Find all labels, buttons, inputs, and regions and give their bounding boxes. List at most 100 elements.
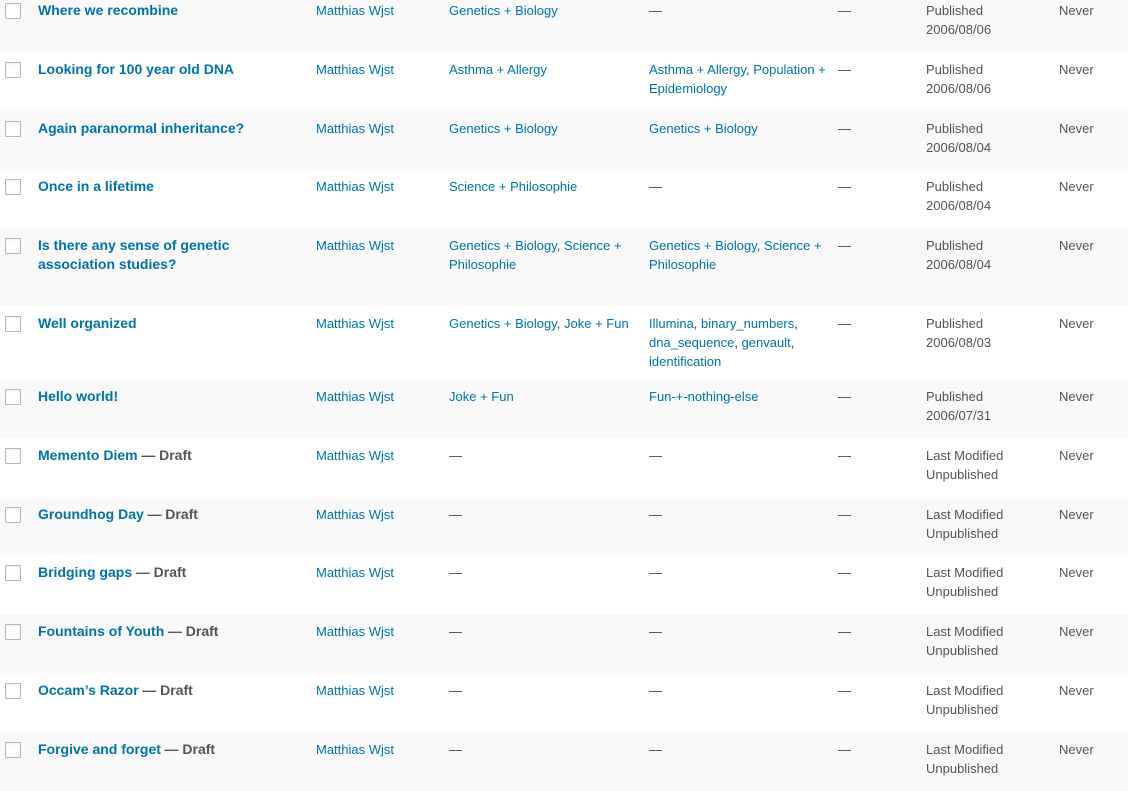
comments-count: — <box>838 624 851 639</box>
date-value: Unpublished <box>926 526 999 541</box>
row-checkbox[interactable] <box>5 316 21 332</box>
author-link[interactable]: Matthias Wjst <box>316 62 394 77</box>
seo-value: Never <box>1059 121 1094 136</box>
row-checkbox[interactable] <box>5 179 21 195</box>
comments-cell: — <box>838 306 926 379</box>
tag-link[interactable]: Asthma + Allergy <box>649 62 746 77</box>
post-title-link[interactable]: Bridging gaps <box>38 564 132 580</box>
categories-cell: Genetics + Biology, Science + Philosophi… <box>449 228 649 306</box>
empty-marker: — <box>649 3 662 18</box>
post-title-link[interactable]: Again paranormal inheritance? <box>38 120 244 136</box>
author-link[interactable]: Matthias Wjst <box>316 3 394 18</box>
tag-link[interactable]: Genetics + Biology <box>649 238 757 253</box>
author-link[interactable]: Matthias Wjst <box>316 389 394 404</box>
date-cell: Last Modified Unpublished <box>926 438 1059 497</box>
row-checkbox[interactable] <box>5 389 21 405</box>
row-select-cell <box>0 228 38 306</box>
row-select-cell <box>0 732 38 791</box>
post-state: — Draft <box>141 447 192 463</box>
post-state: — Draft <box>142 682 193 698</box>
date-cell: Published 2006/08/04 <box>926 228 1059 306</box>
author-link[interactable]: Matthias Wjst <box>316 742 394 757</box>
tag-link[interactable]: Fun-+-nothing-else <box>649 389 758 404</box>
post-title-link[interactable]: Is there any sense of genetic associatio… <box>38 237 229 272</box>
category-link[interactable]: Science + Philosophie <box>449 179 577 194</box>
date-value: 2006/08/06 <box>926 22 992 37</box>
author-link[interactable]: Matthias Wjst <box>316 316 394 331</box>
date-value: Unpublished <box>926 702 999 717</box>
author-link[interactable]: Matthias Wjst <box>316 448 394 463</box>
date-cell: Published 2006/08/04 <box>926 111 1059 169</box>
row-checkbox[interactable] <box>5 565 21 581</box>
row-checkbox[interactable] <box>5 742 21 758</box>
post-title-link[interactable]: Well organized <box>38 315 137 331</box>
author-cell: Matthias Wjst <box>316 732 449 791</box>
category-link[interactable]: Joke + Fun <box>449 389 514 404</box>
post-title-link[interactable]: Forgive and forget <box>38 741 161 757</box>
row-checkbox[interactable] <box>5 683 21 699</box>
author-link[interactable]: Matthias Wjst <box>316 238 394 253</box>
date-status: Published <box>926 121 984 136</box>
row-checkbox[interactable] <box>5 238 21 254</box>
tag-link[interactable]: dna_sequence <box>649 335 734 350</box>
comments-cell: — <box>838 555 926 614</box>
title-cell: Occam’s Razor — Draft <box>38 673 316 732</box>
tag-link[interactable]: Illumina <box>649 316 694 331</box>
post-title-link[interactable]: Fountains of Youth <box>38 623 164 639</box>
seo-value: Never <box>1059 683 1094 698</box>
author-cell: Matthias Wjst <box>316 438 449 497</box>
tags-cell: — <box>649 732 838 791</box>
seo-cell: Never <box>1059 111 1128 169</box>
seo-value: Never <box>1059 238 1094 253</box>
title-cell: Once in a lifetime <box>38 169 316 228</box>
category-link[interactable]: Genetics + Biology <box>449 121 558 136</box>
row-checkbox[interactable] <box>5 624 21 640</box>
author-link[interactable]: Matthias Wjst <box>316 683 394 698</box>
categories-cell: — <box>449 673 649 732</box>
category-link[interactable]: Joke + Fun <box>564 316 629 331</box>
category-link[interactable]: Genetics + Biology <box>449 3 558 18</box>
category-link[interactable]: Genetics + Biology <box>449 316 557 331</box>
row-checkbox[interactable] <box>5 507 21 523</box>
tags-cell: Asthma + Allergy, Population + Epidemiol… <box>649 52 838 111</box>
post-title-link[interactable]: Once in a lifetime <box>38 178 154 194</box>
title-cell: Bridging gaps — Draft <box>38 555 316 614</box>
categories-cell: Genetics + Biology, Joke + Fun <box>449 306 649 379</box>
author-link[interactable]: Matthias Wjst <box>316 121 394 136</box>
empty-marker: — <box>649 742 662 757</box>
post-title-link[interactable]: Looking for 100 year old DNA <box>38 61 234 77</box>
list-separator: , <box>756 238 765 253</box>
tags-cell: Fun-+-nothing-else <box>649 379 838 438</box>
date-value: Unpublished <box>926 761 999 776</box>
tag-link[interactable]: binary_numbers <box>701 316 794 331</box>
seo-cell: Never <box>1059 169 1128 228</box>
category-link[interactable]: Asthma + Allergy <box>449 62 547 77</box>
author-link[interactable]: Matthias Wjst <box>316 565 394 580</box>
comments-count: — <box>838 316 851 331</box>
comments-cell: — <box>838 614 926 673</box>
tag-link[interactable]: Genetics + Biology <box>649 121 758 136</box>
post-title-link[interactable]: Occam’s Razor <box>38 682 139 698</box>
author-link[interactable]: Matthias Wjst <box>316 624 394 639</box>
seo-cell: Never <box>1059 379 1128 438</box>
row-checkbox[interactable] <box>5 62 21 78</box>
comments-cell: — <box>838 228 926 306</box>
author-link[interactable]: Matthias Wjst <box>316 179 394 194</box>
row-checkbox[interactable] <box>5 3 21 19</box>
post-title-link[interactable]: Hello world! <box>38 388 118 404</box>
author-link[interactable]: Matthias Wjst <box>316 507 394 522</box>
categories-cell: — <box>449 614 649 673</box>
date-status: Published <box>926 179 984 194</box>
category-link[interactable]: Genetics + Biology <box>449 238 557 253</box>
post-title-link[interactable]: Groundhog Day <box>38 506 144 522</box>
categories-cell: Joke + Fun <box>449 379 649 438</box>
date-value: 2006/08/04 <box>926 140 992 155</box>
tag-link[interactable]: identification <box>649 354 721 369</box>
list-separator: , <box>794 316 798 331</box>
author-cell: Matthias Wjst <box>316 169 449 228</box>
row-checkbox[interactable] <box>5 448 21 464</box>
post-title-link[interactable]: Memento Diem <box>38 447 138 463</box>
tag-link[interactable]: genvault <box>742 335 791 350</box>
row-checkbox[interactable] <box>5 121 21 137</box>
post-title-link[interactable]: Where we recombine <box>38 2 178 18</box>
